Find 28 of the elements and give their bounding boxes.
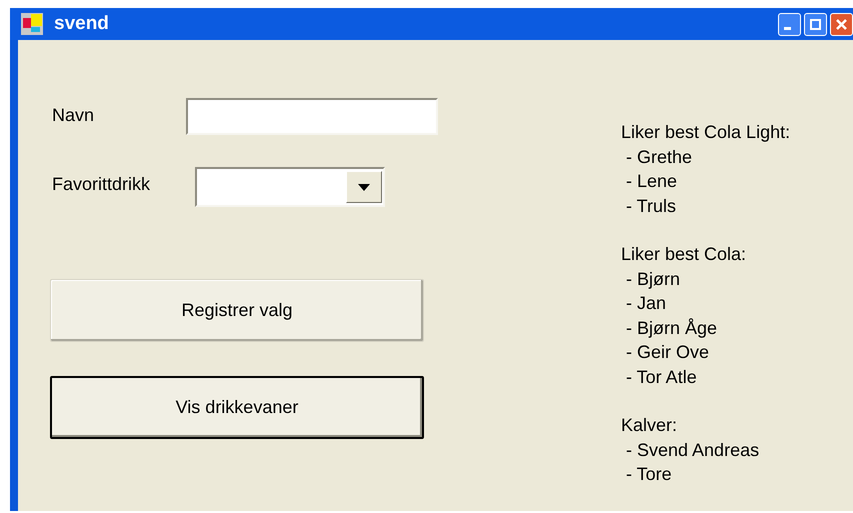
member-name: - Tore — [625, 463, 673, 486]
window-title: svend — [54, 12, 110, 36]
group-heading: Liker best Cola: — [621, 243, 748, 266]
field-label: Navn — [51, 104, 96, 127]
field-label: Favorittdrikk — [51, 173, 152, 196]
member-name: - Jan — [625, 292, 668, 315]
member-name: - Svend Andreas — [625, 438, 760, 462]
drink-dropdown[interactable] — [195, 167, 385, 207]
group-heading: Kalver: — [621, 414, 678, 437]
minimize-button[interactable] — [778, 12, 801, 36]
member-name: - Truls — [625, 194, 678, 218]
member-name: - Grethe — [625, 146, 694, 168]
member-name: - Tor Atle — [625, 366, 698, 388]
maximize-icon — [809, 18, 822, 30]
group-heading: Liker best Cola Light: — [621, 121, 790, 144]
dropdown-arrow-icon — [358, 184, 370, 190]
app-icon — [20, 12, 44, 36]
member-name: - Lene — [625, 170, 678, 193]
minimize-icon — [784, 26, 791, 30]
member-name: - Bjørn Åge — [625, 316, 718, 340]
member-name: - Bjørn — [625, 268, 682, 291]
action-button[interactable]: Registrer valg — [50, 279, 424, 342]
member-name: - Geir Ove — [625, 341, 710, 364]
action-button[interactable]: Vis drikkevaner — [50, 376, 424, 439]
name-field[interactable] — [186, 98, 438, 135]
close-icon — [835, 18, 848, 30]
close-button[interactable] — [830, 12, 853, 36]
maximize-button[interactable] — [804, 12, 827, 36]
